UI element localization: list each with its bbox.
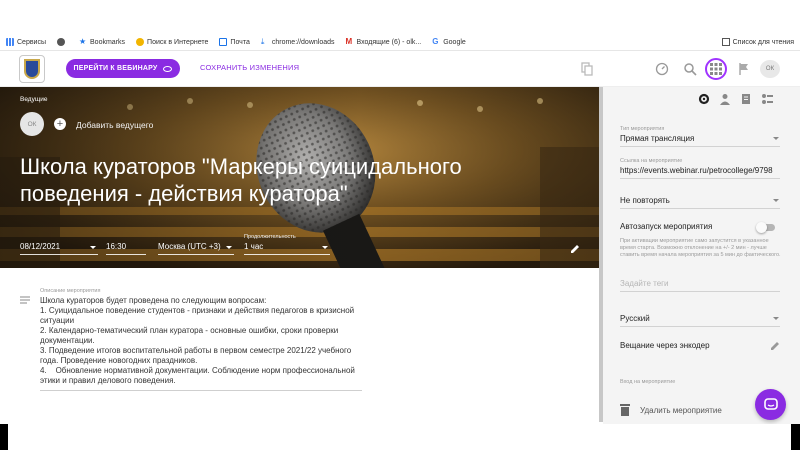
repeat-select[interactable]: Не повторять bbox=[620, 196, 780, 209]
time-field[interactable]: 16:30 bbox=[106, 237, 146, 255]
event-link-field[interactable]: Ссылка на мероприятие https://events.web… bbox=[620, 158, 780, 179]
pencil-icon[interactable] bbox=[770, 341, 780, 351]
text-lines-icon bbox=[20, 296, 30, 304]
browser-top-blank bbox=[0, 0, 800, 34]
bookmark-bookmarks[interactable]: ★ Bookmarks bbox=[79, 38, 125, 46]
chevron-down-icon bbox=[90, 246, 96, 249]
toggles-icon[interactable] bbox=[761, 93, 773, 105]
chevron-down-icon bbox=[773, 199, 779, 202]
pencil-icon[interactable] bbox=[570, 244, 580, 254]
time-value: 16:30 bbox=[106, 242, 127, 251]
settings-tabs bbox=[698, 93, 773, 105]
user-avatar[interactable]: ОК bbox=[760, 60, 780, 78]
date-value: 08/12/2021 bbox=[20, 242, 61, 251]
google-icon: G bbox=[432, 37, 439, 46]
plus-icon[interactable]: + bbox=[54, 118, 66, 130]
autostart-toggle[interactable] bbox=[756, 222, 775, 233]
globe-icon bbox=[57, 38, 66, 46]
go-to-webinar-button[interactable]: ПЕРЕЙТИ К ВЕБИНАРУ bbox=[66, 59, 180, 78]
entry-section-label: Вход на мероприятие bbox=[620, 379, 676, 385]
person-icon[interactable] bbox=[719, 93, 731, 105]
gear-icon[interactable] bbox=[698, 93, 710, 105]
trash-icon[interactable] bbox=[620, 403, 630, 416]
toggle-knob bbox=[756, 222, 767, 233]
chat-button[interactable] bbox=[755, 389, 786, 420]
bookmark-services[interactable]: Сервисы bbox=[6, 38, 46, 46]
language-select[interactable]: Русский bbox=[620, 314, 780, 327]
reading-list[interactable]: Список для чтения bbox=[721, 38, 794, 46]
apps-grid-icon bbox=[710, 63, 722, 75]
search-bookmark-icon bbox=[136, 38, 145, 46]
crest-icon bbox=[24, 59, 40, 79]
app-header: ПЕРЕЙТИ К ВЕБИНАРУ СОХРАНИТЬ ИЗМЕНЕНИЯ О… bbox=[0, 51, 800, 87]
search-icon[interactable] bbox=[683, 62, 697, 76]
bookmark-label: Google bbox=[443, 38, 466, 46]
star-icon: ★ bbox=[79, 37, 87, 46]
language-value: Русский bbox=[620, 314, 650, 323]
reading-list-label: Список для чтения bbox=[732, 38, 794, 46]
bottom-white-strip bbox=[8, 424, 791, 450]
bookmark-downloads[interactable]: ⤓ chrome://downloads bbox=[261, 38, 335, 46]
chevron-down-icon bbox=[773, 317, 779, 320]
repeat-value: Не повторять bbox=[620, 196, 670, 205]
apps-grid-icon bbox=[6, 38, 14, 46]
reading-list-icon bbox=[721, 38, 730, 46]
apps-menu-button[interactable] bbox=[705, 58, 727, 80]
mail-doc-icon bbox=[219, 38, 228, 46]
host-avatar[interactable]: ОК bbox=[20, 112, 44, 136]
hosts-label: Ведущие bbox=[20, 96, 48, 103]
delete-event-button[interactable]: Удалить мероприятие bbox=[640, 406, 722, 415]
gmail-icon: M bbox=[345, 37, 353, 46]
bookmark-label: Bookmarks bbox=[90, 38, 126, 46]
event-link-value: https://events.webinar.ru/petrocollege/9… bbox=[620, 166, 773, 175]
autostart-label: Автозапуск мероприятия bbox=[620, 222, 713, 231]
flag-icon[interactable] bbox=[737, 62, 751, 76]
event-hero: Ведущие ОК + Добавить ведущего Школа кур… bbox=[0, 87, 600, 268]
bookmark-google[interactable]: G Google bbox=[432, 38, 466, 46]
event-type-label: Тип мероприятия bbox=[620, 126, 665, 132]
bookmarks-bar: Сервисы ★ Bookmarks Поиск в Интернете По… bbox=[0, 34, 800, 51]
save-changes-button[interactable]: СОХРАНИТЬ ИЗМЕНЕНИЯ bbox=[200, 63, 299, 72]
autostart-hint: При активации мероприятие само запуститс… bbox=[620, 238, 781, 258]
tags-input[interactable]: Задайте теги bbox=[620, 279, 780, 292]
bookmark-mail[interactable]: Почта bbox=[219, 38, 250, 46]
add-host-button[interactable]: Добавить ведущего bbox=[76, 120, 153, 130]
app-window: Сервисы ★ Bookmarks Поиск в Интернете По… bbox=[0, 0, 800, 450]
go-to-webinar-label: ПЕРЕЙТИ К ВЕБИНАРУ bbox=[73, 65, 158, 72]
bookmark-gmail[interactable]: M Входящие (6) - olk... bbox=[346, 38, 422, 46]
bookmark-label: Входящие (6) - olk... bbox=[356, 38, 422, 46]
chevron-down-icon bbox=[226, 246, 232, 249]
bookmark-globe[interactable] bbox=[57, 38, 68, 46]
duration-select[interactable]: Продолжительность 1 час bbox=[244, 234, 330, 255]
bookmark-label: Сервисы bbox=[17, 38, 47, 46]
download-icon: ⤓ bbox=[260, 37, 265, 46]
settings-panel: Тип мероприятия Прямая трансляция Ссылка… bbox=[603, 87, 800, 425]
description-label: Описание мероприятия bbox=[40, 288, 101, 294]
description-textarea[interactable]: Школа кураторов будет проведена по следу… bbox=[40, 296, 362, 391]
document-icon[interactable] bbox=[740, 93, 752, 105]
event-type-select[interactable]: Тип мероприятия Прямая трансляция bbox=[620, 126, 780, 147]
event-link-label: Ссылка на мероприятие bbox=[620, 158, 683, 164]
encoder-label: Вещание через энкодер bbox=[620, 341, 710, 350]
duration-value: 1 час bbox=[244, 242, 264, 251]
timezone-value: Москва (UTC +3) bbox=[158, 242, 221, 251]
eye-icon bbox=[163, 65, 173, 72]
event-title[interactable]: Школа кураторов "Маркеры суицидального п… bbox=[20, 153, 520, 207]
bookmark-label: Почта bbox=[230, 38, 250, 46]
copy-icon[interactable] bbox=[580, 62, 594, 76]
taskbar-band bbox=[0, 424, 800, 450]
chevron-down-icon bbox=[773, 137, 779, 140]
college-logo[interactable] bbox=[19, 55, 45, 83]
bookmark-label: chrome://downloads bbox=[271, 38, 335, 46]
date-field[interactable]: 08/12/2021 bbox=[20, 237, 98, 255]
duration-label: Продолжительность bbox=[244, 234, 296, 240]
event-type-value: Прямая трансляция bbox=[620, 134, 695, 143]
speedometer-icon[interactable] bbox=[655, 62, 669, 76]
timezone-select[interactable]: Москва (UTC +3) bbox=[158, 237, 234, 255]
chevron-down-icon bbox=[322, 246, 328, 249]
bookmark-label: Поиск в Интернете bbox=[147, 38, 209, 46]
chat-bubble-icon bbox=[763, 397, 778, 410]
bookmark-search[interactable]: Поиск в Интернете bbox=[136, 38, 208, 46]
